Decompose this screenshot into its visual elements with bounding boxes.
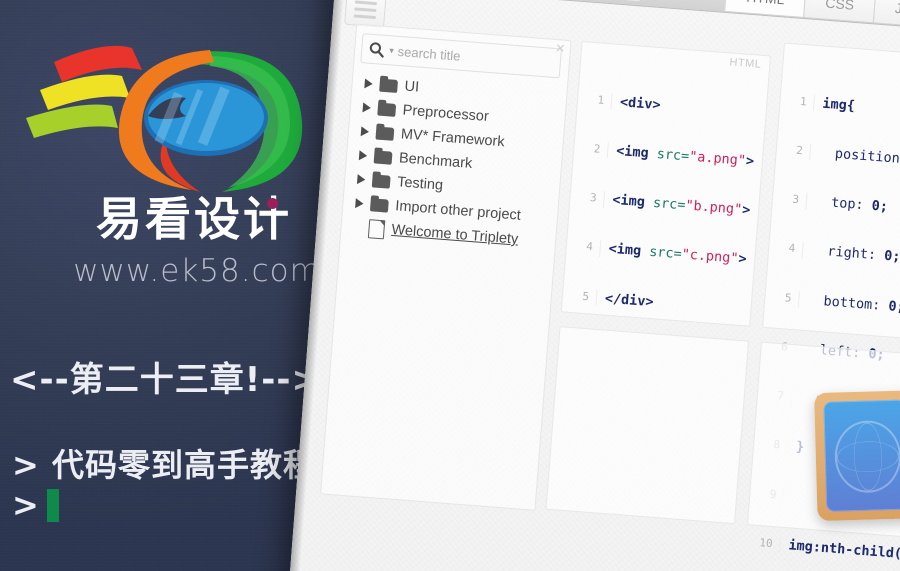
line-number: 2 <box>776 141 812 161</box>
chevron-right-icon[interactable] <box>360 126 370 137</box>
line-number: 3 <box>772 190 808 210</box>
code-text: <img src="a.png"> <box>615 142 755 170</box>
logo-accent-dot <box>267 198 278 209</box>
promo-prompt-line: > <box>12 486 59 524</box>
code-line: 5 bottom: 0; <box>764 288 900 322</box>
code-text: img:nth-child(1){ <box>787 537 900 564</box>
html-code-area[interactable]: 1 <div> 2 <img src="a.png"> 3 <img src="b.p… <box>560 58 761 350</box>
code-line: 1 <div> <box>577 90 759 121</box>
code-text: <img src="b.png"> <box>611 192 751 219</box>
code-line: 10 img:nth-child(1){ <box>745 533 900 567</box>
folder-icon <box>379 78 399 93</box>
line-number: 10 <box>745 533 782 553</box>
document-tab[interactable]: Welcome to Triplety × <box>485 0 643 2</box>
line-number: 4 <box>768 239 804 259</box>
code-text: right: 0; <box>810 242 900 266</box>
code-text: top: 0; <box>814 193 889 216</box>
code-text: <img src="c.png"> <box>608 241 748 268</box>
folder-icon <box>375 125 395 141</box>
folder-icon <box>369 197 389 213</box>
code-line: 2 <img src="a.png"> <box>573 139 755 170</box>
chevron-right-icon[interactable] <box>358 150 368 161</box>
preview-artwork: 5 <box>814 387 900 522</box>
code-line: 4 <img src="c.png"> <box>566 237 748 268</box>
css-editor-pane[interactable]: 1 img{ 2 position: absolute; 3 top: 0; 4 … <box>745 42 900 564</box>
brand-logo: 易看设计 www.ek58.com <box>14 18 354 289</box>
tree-item-label: Benchmark <box>398 150 473 172</box>
chevron-placeholder-icon <box>353 222 362 233</box>
code-line: 3 top: 0; <box>772 190 900 223</box>
code-line: 5 </div> <box>562 286 743 317</box>
file-tree: UI Preprocessor MV* Framework Benchmark … <box>345 71 563 254</box>
chevron-down-icon[interactable]: ▾ <box>389 45 394 56</box>
code-line: 2 position: absolute; <box>776 141 900 174</box>
lower-left-pane[interactable] <box>545 326 750 525</box>
prompt-symbol: > <box>12 486 39 524</box>
chevron-right-icon[interactable] <box>355 198 364 209</box>
text-cursor <box>46 488 59 522</box>
tab-css[interactable]: CSS <box>803 0 876 23</box>
screenshot-root: 易看设计 www.ek58.com <--第二十三章!--> > 代码零到高手教… <box>0 0 900 571</box>
code-text: </div> <box>604 290 655 310</box>
editor-window: Welcome to Triplety × HTML CSS JS <box>284 0 900 571</box>
code-text: <div> <box>619 93 662 113</box>
html-pane-label: HTML <box>728 56 762 71</box>
document-icon <box>367 218 386 239</box>
line-number: 2 <box>573 139 609 159</box>
tree-item-label: UI <box>403 78 420 96</box>
project-sidebar: ▾ search title × UI Preprocessor MV* Fra… <box>320 23 572 511</box>
sidebar-close-icon[interactable]: × <box>555 40 566 58</box>
hamburger-bar <box>354 0 377 5</box>
tree-item-label: Testing <box>396 174 444 194</box>
tab-html[interactable]: HTML <box>724 0 806 17</box>
line-number: 1 <box>577 90 613 110</box>
folder-icon <box>377 102 397 117</box>
tab-js[interactable]: JS <box>872 0 900 27</box>
tree-item-label: Preprocessor <box>402 102 490 126</box>
chevron-right-icon[interactable] <box>362 102 372 113</box>
line-number: 5 <box>764 288 801 308</box>
search-input[interactable]: ▾ search title <box>360 33 562 79</box>
code-text: position: absolute; <box>834 145 900 168</box>
editor-window-layer: Welcome to Triplety × HTML CSS JS <box>284 0 900 571</box>
line-number: 5 <box>562 286 598 306</box>
chevron-right-icon[interactable] <box>364 78 374 90</box>
mode-tab-bar: HTML CSS JS <box>724 0 900 27</box>
search-placeholder: search title <box>397 43 462 64</box>
code-text: bottom: 0; <box>806 291 900 316</box>
hamburger-bar <box>353 13 376 19</box>
code-line: 1 img{ <box>779 92 900 125</box>
hamburger-bar <box>354 6 377 12</box>
folder-icon <box>373 149 393 165</box>
chevron-right-icon[interactable] <box>356 174 366 185</box>
globe-icon <box>833 419 900 494</box>
tree-item-label: Welcome to Triplety <box>390 221 519 248</box>
line-number: 3 <box>569 188 606 208</box>
preview-pane[interactable]: 5 <box>746 341 900 542</box>
code-text: img{ <box>821 95 856 114</box>
search-icon <box>369 41 384 58</box>
html-editor-pane[interactable]: HTML 1 <div> 2 <img src="a.png"> 3 <img src… <box>560 40 772 327</box>
code-line: 3 <img src="b.png"> <box>569 188 751 219</box>
logo-wordmark: 易看设计 <box>96 192 292 246</box>
line-number: 1 <box>779 92 816 112</box>
promo-subline: > 代码零到高手教程 <box>12 446 316 484</box>
line-number: 4 <box>566 237 602 257</box>
code-line: 4 right: 0; <box>768 239 900 272</box>
logo-mark-icon <box>26 45 303 192</box>
folder-icon <box>371 173 391 189</box>
promo-headline: <--第二十三章!--> <box>10 360 321 400</box>
preview-card-left <box>823 399 900 512</box>
